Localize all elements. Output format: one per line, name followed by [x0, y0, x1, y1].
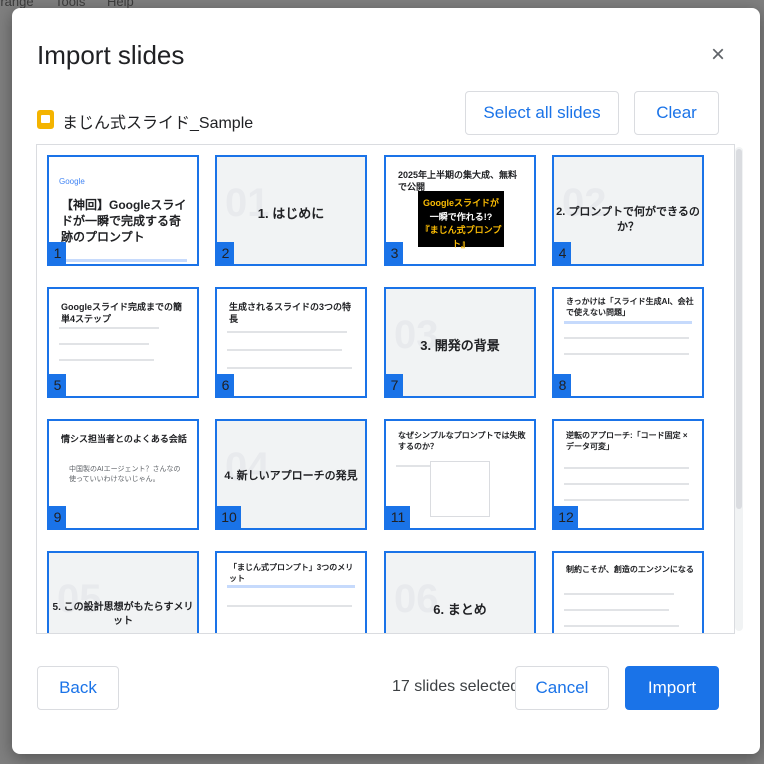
slides-file-icon: [37, 110, 54, 129]
promo-line: 一瞬で作れる!?: [429, 211, 493, 222]
promo-image: Googleスライドが 一瞬で作れる!? 『まじん式プロンプト』: [418, 191, 504, 249]
slide-number: 12: [554, 506, 578, 528]
table-header-bar: [564, 321, 692, 324]
slide-title: 2. プロンプトで何ができるのか？: [556, 206, 700, 233]
google-logo: Google: [59, 177, 85, 186]
slide-number: 7: [386, 374, 403, 396]
text-line: [564, 483, 689, 485]
slide-title: 6. まとめ: [433, 602, 487, 617]
table-header-bar: [227, 585, 355, 588]
slides-grid: Google 【神回】Googleスライドが一瞬で完成する奇跡のプロンプト 1 …: [36, 144, 735, 634]
slide-thumbnail[interactable]: Googleスライド完成までの簡単4ステップ 5: [47, 287, 199, 398]
slide-title: 4. 新しいアプローチの発見: [224, 470, 358, 482]
import-button[interactable]: Import: [625, 666, 719, 710]
back-button[interactable]: Back: [37, 666, 119, 710]
text-line: [59, 327, 159, 329]
slide-number: 6: [217, 374, 234, 396]
slide-number: 4: [554, 242, 571, 264]
clear-button[interactable]: Clear: [634, 91, 719, 135]
slide-number: 9: [49, 506, 66, 528]
slide-thumbnail[interactable]: Google 【神回】Googleスライドが一瞬で完成する奇跡のプロンプト 1: [47, 155, 199, 266]
slide-thumbnail[interactable]: きっかけは「スライド生成AI、会社で使えない問題」 8: [552, 287, 704, 398]
cancel-button[interactable]: Cancel: [515, 666, 609, 710]
slide-number: 2: [217, 242, 234, 264]
slide-title: 3. 開発の背景: [420, 338, 500, 353]
slide-thumbnail[interactable]: 06 6. まとめ: [384, 551, 536, 633]
text-line: [564, 353, 689, 355]
promo-line: 『まじん式プロンプト』: [420, 225, 502, 249]
slide-thumbnail[interactable]: 情シス担当者とのよくある会話 中国製のAIエージェント？さんなの使っていいわけな…: [47, 419, 199, 530]
text-line: [59, 343, 149, 345]
select-all-slides-button[interactable]: Select all slides: [465, 91, 619, 135]
slide-thumbnail[interactable]: 04 4. 新しいアプローチの発見 10: [215, 419, 367, 530]
slide-number: 1: [49, 242, 66, 264]
slide-thumbnail[interactable]: 「まじん式プロンプト」3つのメリット: [215, 551, 367, 633]
slide-title: 5. この設計思想がもたらすメリット: [52, 602, 194, 627]
text-line: [564, 467, 689, 469]
text-line: [564, 593, 674, 595]
text-line: [564, 337, 689, 339]
dialog-title: Import slides: [37, 40, 185, 70]
slide-thumbnail[interactable]: 05 5. この設計思想がもたらすメリット: [47, 551, 199, 633]
slide-thumbnail[interactable]: 02 2. プロンプトで何ができるのか？ 4: [552, 155, 704, 266]
slide-title: きっかけは「スライド生成AI、会社で使えない問題」: [566, 297, 694, 317]
selected-count: 17 slides selected: [392, 678, 520, 695]
quote-text: 中国製のAIエージェント？さんなの使っていいわけないじゃん。: [69, 466, 181, 483]
slide-title: 生成されるスライドの3つの特長: [229, 302, 352, 325]
slide-thumbnail[interactable]: 03 3. 開発の背景 7: [384, 287, 536, 398]
text-line: [564, 499, 689, 501]
slide-title: Googleスライド完成までの簡単4ステップ: [61, 302, 182, 325]
slide-thumbnail[interactable]: 01 1. はじめに 2: [215, 155, 367, 266]
slide-title: 2025年上半期の集大成、無料で公開: [398, 170, 518, 193]
slide-title: 制約こそが、創造のエンジンになる: [566, 565, 694, 574]
slide-thumbnail[interactable]: 制約こそが、創造のエンジンになる: [552, 551, 704, 633]
slide-title: 1. はじめに: [257, 206, 325, 221]
slide-number: 11: [386, 506, 410, 528]
slide-title: なぜシンプルなプロンプトでは失敗するのか？: [398, 431, 526, 451]
promo-line: Googleスライドが: [423, 198, 499, 208]
slide-number: 8: [554, 374, 571, 396]
slide-accent-line: [59, 259, 187, 262]
slide-thumbnail[interactable]: 逆転のアプローチ:「コード固定 × データ可変」 12: [552, 419, 704, 530]
text-line: [227, 367, 352, 369]
slide-thumbnail[interactable]: 生成されるスライドの3つの特長 6: [215, 287, 367, 398]
slide-title: 情シス担当者とのよくある会話: [61, 434, 187, 444]
text-line: [227, 331, 347, 333]
slide-title: 逆転のアプローチ:「コード固定 × データ可変」: [566, 431, 688, 451]
scrollbar-thumb[interactable]: [736, 149, 742, 509]
code-panel: [430, 461, 490, 517]
slide-number: 5: [49, 374, 66, 396]
slide-number: 3: [386, 242, 403, 264]
slide-thumbnail[interactable]: 2025年上半期の集大成、無料で公開 Googleスライドが 一瞬で作れる!? …: [384, 155, 536, 266]
text-line: [564, 625, 679, 627]
slide-thumbnail[interactable]: なぜシンプルなプロンプトでは失敗するのか？ 11: [384, 419, 536, 530]
slide-title: 「まじん式プロンプト」3つのメリット: [229, 563, 354, 583]
close-icon[interactable]: ×: [707, 43, 729, 67]
slide-number: 10: [217, 506, 241, 528]
text-line: [227, 349, 342, 351]
text-line: [59, 359, 154, 361]
slide-title: 【神回】Googleスライドが一瞬で完成する奇跡のプロンプト: [61, 198, 187, 245]
file-name: まじん式スライド_Sample: [62, 115, 254, 132]
grid-scrollbar[interactable]: [735, 147, 743, 631]
text-line: [564, 609, 669, 611]
import-slides-dialog: Import slides × まじん式スライド_Sample Select a…: [12, 8, 760, 754]
text-line: [227, 605, 352, 607]
